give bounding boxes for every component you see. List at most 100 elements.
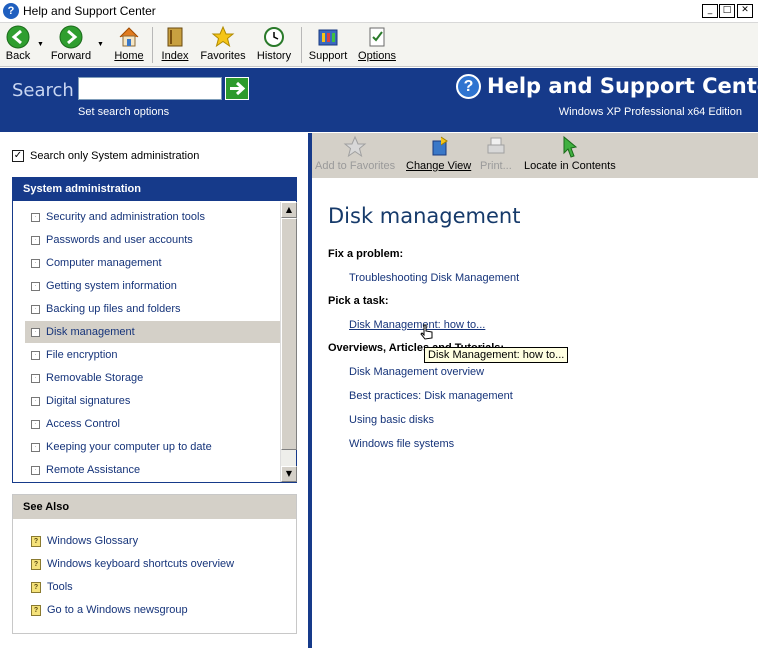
help-brand-icon: ? [456,74,481,99]
index-button[interactable]: Index [158,25,192,62]
topic-item[interactable]: · Backing up files and folders [25,298,281,320]
favorites-button[interactable]: Favorites [199,25,247,62]
see-also-item[interactable]: ? Windows keyboard shortcuts overview [31,558,234,570]
help-topic-icon: ? [31,535,41,547]
favorites-star-icon [211,25,235,48]
topic-list: · Security and administration tools · Pass… [13,202,281,482]
home-button[interactable]: Home [112,25,146,62]
topic-list-scrollbar[interactable]: ▲ ▼ [280,202,297,482]
content-toolbar: Add to Favorites Change View Print... Lo… [312,133,758,178]
file-systems-link[interactable]: Windows file systems [349,438,454,450]
topic-item[interactable]: · Keeping your computer up to date [25,436,281,458]
topic-item[interactable]: · Access Control [25,413,281,435]
help-topic-icon: ? [31,604,41,616]
search-scope-label: Search only System administration [30,150,200,162]
search-label: Search [12,80,74,101]
locate-in-contents-button[interactable]: Locate in Contents [524,135,616,172]
bullet-icon: · [31,396,40,406]
print-button[interactable]: Print... [480,135,512,172]
topic-content: Disk management Fix a problem: Troublesh… [312,178,758,648]
forward-dropdown-icon[interactable]: ▼ [97,41,104,48]
bullet-icon: · [31,373,40,383]
help-topic-icon: ? [31,581,41,593]
options-button[interactable]: Options [356,25,398,62]
topic-item[interactable]: · Getting system information [25,275,281,297]
checkbox-checked-icon[interactable]: ✓ [12,150,24,162]
history-button[interactable]: History [254,25,294,62]
bullet-icon: · [31,442,40,452]
topic-item[interactable]: · Passwords and user accounts [25,229,281,251]
star-add-icon [343,135,367,158]
scroll-up-icon[interactable]: ▲ [281,202,297,218]
search-header: Search Set search options ? Help and Sup… [0,68,758,132]
printer-icon [487,137,505,154]
toolbar-separator [152,27,153,63]
topic-item[interactable]: · Removable Storage [25,367,281,389]
see-also-item[interactable]: ? Tools [31,581,73,593]
support-icon [318,29,338,46]
back-dropdown-icon[interactable]: ▼ [37,41,44,48]
page-title: Disk management [328,204,521,228]
locate-arrow-icon [563,135,577,158]
bullet-icon: · [31,258,40,268]
overview-link[interactable]: Disk Management overview [349,366,484,378]
see-also-title: See Also [13,495,296,519]
help-topic-icon: ? [31,558,41,570]
bullet-icon: · [31,350,40,360]
topic-item-selected[interactable]: · Disk management [25,321,281,343]
title-bar[interactable]: ? Help and Support Center _ □ ✕ [0,0,758,23]
topic-panel: System administration · Security and admi… [12,177,297,483]
main-toolbar: Back ▼ Forward ▼ Home Index Favorites Hi… [0,23,758,67]
fix-problem-heading: Fix a problem: [328,248,404,260]
minimize-button[interactable]: _ [702,4,718,18]
topic-item[interactable]: · Computer management [25,252,281,274]
hand-cursor-icon [420,324,433,340]
edition-label: Windows XP Professional x64 Edition [558,106,742,118]
bullet-icon: · [31,465,40,475]
add-to-favorites-button[interactable]: Add to Favorites [315,135,395,172]
link-tooltip: Disk Management: how to... [424,347,569,363]
index-book-icon [167,27,183,47]
help-app-icon: ? [3,3,19,19]
bullet-icon: · [31,304,40,314]
set-search-options-link[interactable]: Set search options [78,106,169,118]
pick-task-heading: Pick a task: [328,295,389,307]
bullet-icon: · [31,281,40,291]
change-view-icon [432,136,448,156]
topic-item[interactable]: · Security and administration tools [25,206,281,228]
best-practices-link[interactable]: Best practices: Disk management [349,390,513,402]
back-arrow-icon [6,25,30,49]
see-also-item[interactable]: ? Windows Glossary [31,535,138,547]
troubleshooting-link[interactable]: Troubleshooting Disk Management [349,272,519,284]
maximize-button[interactable]: □ [719,4,735,18]
bullet-icon: · [31,419,40,429]
back-button[interactable]: Back [3,25,33,62]
search-input[interactable] [78,77,222,100]
change-view-button[interactable]: Change View [406,135,471,172]
topic-panel-title: System administration [13,178,296,201]
topic-item[interactable]: · Digital signatures [25,390,281,412]
see-also-item[interactable]: ? Go to a Windows newsgroup [31,604,188,616]
see-also-panel: See Also ? Windows Glossary ? Windows keyb… [12,494,297,634]
bullet-icon: · [31,235,40,245]
forward-button[interactable]: Forward [49,25,93,62]
scrollbar-thumb[interactable] [281,218,297,450]
bullet-icon: · [31,212,40,222]
close-button[interactable]: ✕ [737,4,753,18]
window-title: Help and Support Center [23,4,156,18]
bullet-icon: · [31,327,40,337]
how-to-link[interactable]: Disk Management: how to... [349,319,485,331]
basic-disks-link[interactable]: Using basic disks [349,414,434,426]
options-checklist-icon [369,27,385,47]
arrow-right-icon [230,81,246,96]
history-clock-icon [264,27,284,47]
navigation-pane: ✓ Search only System administration Syst… [0,133,308,648]
scroll-down-icon[interactable]: ▼ [281,466,297,482]
support-button[interactable]: Support [307,25,349,62]
home-icon [119,27,139,47]
topic-item[interactable]: · Remote Assistance [25,459,281,481]
topic-item[interactable]: · File encryption [25,344,281,366]
search-go-button[interactable] [225,77,249,100]
forward-arrow-icon [59,25,83,49]
search-scope-checkbox[interactable]: ✓ Search only System administration [12,150,199,162]
